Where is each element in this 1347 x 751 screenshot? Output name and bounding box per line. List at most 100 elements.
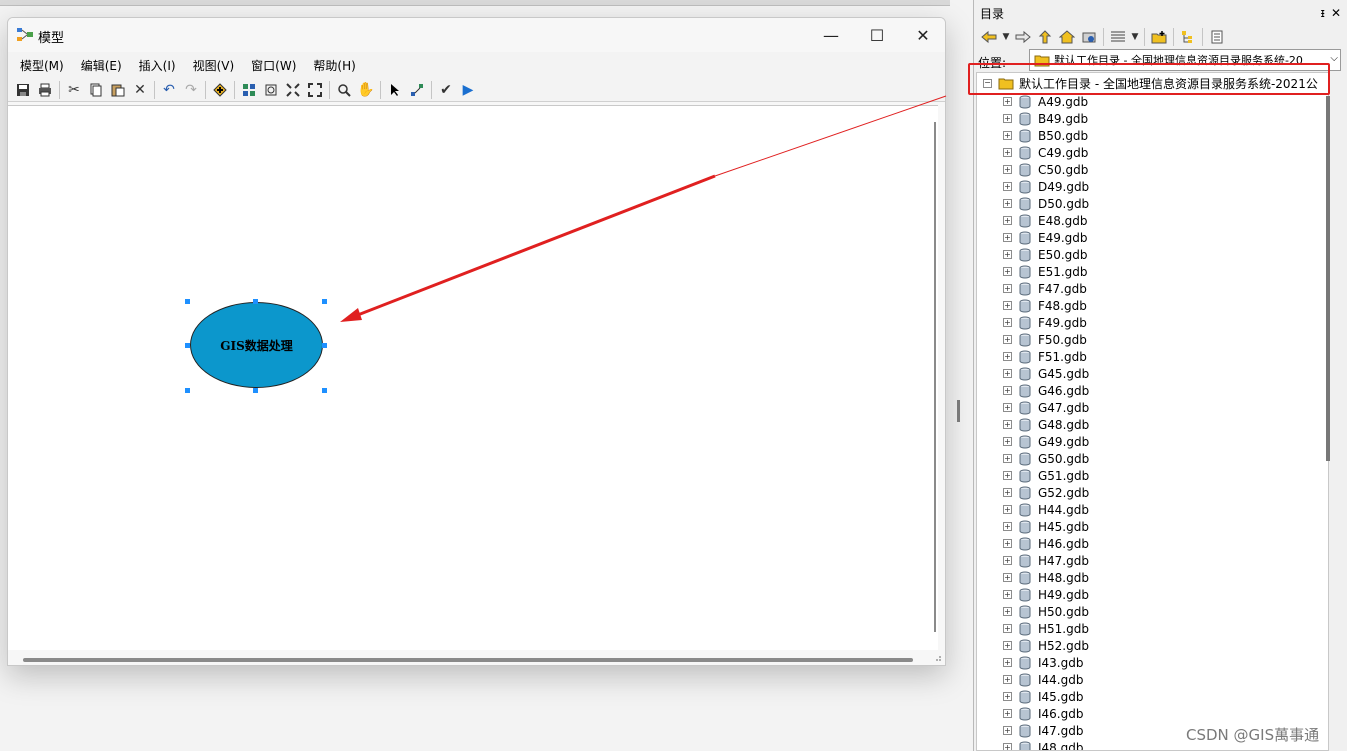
expand-icon[interactable]: + — [1003, 301, 1012, 310]
tree-item[interactable]: + H51.gdb — [977, 620, 1328, 637]
home-icon[interactable] — [1056, 26, 1078, 48]
tree-item[interactable]: + I46.gdb — [977, 705, 1328, 722]
tree-item[interactable]: + G50.gdb — [977, 450, 1328, 467]
menu-help[interactable]: 帮助(H) — [307, 57, 361, 74]
forward-icon[interactable] — [1012, 26, 1034, 48]
model-canvas[interactable] — [8, 105, 938, 650]
canvas-vertical-scrollbar[interactable] — [932, 122, 938, 632]
tree-item[interactable]: + E48.gdb — [977, 212, 1328, 229]
zoom-out-fixed-icon[interactable] — [304, 79, 326, 101]
expand-icon[interactable]: + — [1003, 318, 1012, 327]
expand-icon[interactable]: + — [1003, 97, 1012, 106]
selection-handle[interactable] — [253, 388, 258, 393]
menu-window[interactable]: 窗口(W) — [245, 57, 302, 74]
tree-item[interactable]: + C49.gdb — [977, 144, 1328, 161]
expand-icon[interactable]: + — [1003, 590, 1012, 599]
tree-item[interactable]: + E50.gdb — [977, 246, 1328, 263]
expand-icon[interactable]: + — [1003, 658, 1012, 667]
selection-handle[interactable] — [185, 388, 190, 393]
process-ellipse[interactable]: GIS数据处理 — [190, 302, 323, 388]
undo-icon[interactable]: ↶ — [158, 79, 180, 101]
tree-item[interactable]: + D49.gdb — [977, 178, 1328, 195]
connect-icon[interactable] — [406, 79, 428, 101]
expand-icon[interactable]: + — [1003, 454, 1012, 463]
tree-item[interactable]: + G49.gdb — [977, 433, 1328, 450]
tree-item[interactable]: + H47.gdb — [977, 552, 1328, 569]
tree-item[interactable]: + G45.gdb — [977, 365, 1328, 382]
tree-item[interactable]: + F51.gdb — [977, 348, 1328, 365]
redo-icon[interactable]: ↷ — [180, 79, 202, 101]
chevron-down-icon[interactable]: ⌵ — [1330, 53, 1338, 64]
zoom-icon[interactable] — [333, 79, 355, 101]
options-icon[interactable] — [1206, 26, 1228, 48]
add-data-icon[interactable] — [209, 79, 231, 101]
paste-icon[interactable] — [107, 79, 129, 101]
menu-edit[interactable]: 编辑(E) — [75, 57, 128, 74]
pin-icon[interactable]: ᵻ — [1320, 6, 1324, 20]
selection-handle[interactable] — [322, 388, 327, 393]
resize-grip-icon[interactable] — [932, 652, 942, 662]
menu-model[interactable]: 模型(M) — [14, 57, 70, 74]
tree-item[interactable]: + F48.gdb — [977, 297, 1328, 314]
tree-item[interactable]: + H50.gdb — [977, 603, 1328, 620]
selection-handle[interactable] — [185, 299, 190, 304]
expand-icon[interactable]: + — [1003, 216, 1012, 225]
copy-icon[interactable] — [85, 79, 107, 101]
expand-icon[interactable]: + — [1003, 539, 1012, 548]
validate-icon[interactable]: ✔ — [435, 79, 457, 101]
expand-icon[interactable]: + — [1003, 199, 1012, 208]
tree-item[interactable]: + E51.gdb — [977, 263, 1328, 280]
expand-icon[interactable]: + — [1003, 675, 1012, 684]
tree-item[interactable]: + G51.gdb — [977, 467, 1328, 484]
expand-icon[interactable]: + — [1003, 692, 1012, 701]
new-folder-icon[interactable] — [1148, 26, 1170, 48]
tree-item[interactable]: + G47.gdb — [977, 399, 1328, 416]
expand-icon[interactable]: + — [1003, 726, 1012, 735]
maximize-button[interactable]: ☐ — [854, 18, 900, 52]
expand-icon[interactable]: + — [1003, 522, 1012, 531]
cut-icon[interactable]: ✂ — [63, 79, 85, 101]
tree-item[interactable]: + C50.gdb — [977, 161, 1328, 178]
expand-icon[interactable]: + — [1003, 369, 1012, 378]
selection-handle[interactable] — [185, 343, 190, 348]
tree-item[interactable]: + H49.gdb — [977, 586, 1328, 603]
views-icon[interactable] — [1107, 26, 1129, 48]
canvas-horizontal-scrollbar[interactable] — [23, 658, 913, 662]
tree-item[interactable]: + H46.gdb — [977, 535, 1328, 552]
expand-icon[interactable]: + — [1003, 607, 1012, 616]
tree-item[interactable]: + G52.gdb — [977, 484, 1328, 501]
expand-icon[interactable]: + — [1003, 556, 1012, 565]
tree-item[interactable]: + A49.gdb — [977, 93, 1328, 110]
expand-icon[interactable]: + — [1003, 182, 1012, 191]
tree-item[interactable]: + G46.gdb — [977, 382, 1328, 399]
expand-icon[interactable]: + — [1003, 148, 1012, 157]
tree-item[interactable]: + B50.gdb — [977, 127, 1328, 144]
expand-icon[interactable]: + — [1003, 267, 1012, 276]
expand-icon[interactable]: + — [1003, 131, 1012, 140]
expand-icon[interactable]: + — [1003, 165, 1012, 174]
selection-handle[interactable] — [322, 299, 327, 304]
pane-splitter[interactable] — [957, 400, 960, 422]
tree-item[interactable]: + D50.gdb — [977, 195, 1328, 212]
expand-icon[interactable]: + — [1003, 641, 1012, 650]
expand-icon[interactable]: + — [1003, 114, 1012, 123]
tree-item[interactable]: + H48.gdb — [977, 569, 1328, 586]
expand-icon[interactable]: + — [1003, 335, 1012, 344]
selection-handle[interactable] — [253, 299, 258, 304]
auto-layout-icon[interactable] — [238, 79, 260, 101]
back-dropdown-icon[interactable]: ▼ — [1000, 26, 1012, 48]
run-icon[interactable]: ▶ — [457, 79, 479, 101]
expand-icon[interactable]: + — [1003, 284, 1012, 293]
expand-icon[interactable]: + — [1003, 573, 1012, 582]
full-extent-icon[interactable] — [260, 79, 282, 101]
tree-item[interactable]: + F47.gdb — [977, 280, 1328, 297]
expand-icon[interactable]: + — [1003, 743, 1012, 750]
delete-icon[interactable]: ✕ — [129, 79, 151, 101]
tree-item[interactable]: + H52.gdb — [977, 637, 1328, 654]
views-dropdown-icon[interactable]: ▼ — [1129, 26, 1141, 48]
expand-icon[interactable]: + — [1003, 352, 1012, 361]
tree-item[interactable]: + H45.gdb — [977, 518, 1328, 535]
tree-item[interactable]: + I45.gdb — [977, 688, 1328, 705]
expand-icon[interactable]: + — [1003, 624, 1012, 633]
tree-item[interactable]: + I43.gdb — [977, 654, 1328, 671]
